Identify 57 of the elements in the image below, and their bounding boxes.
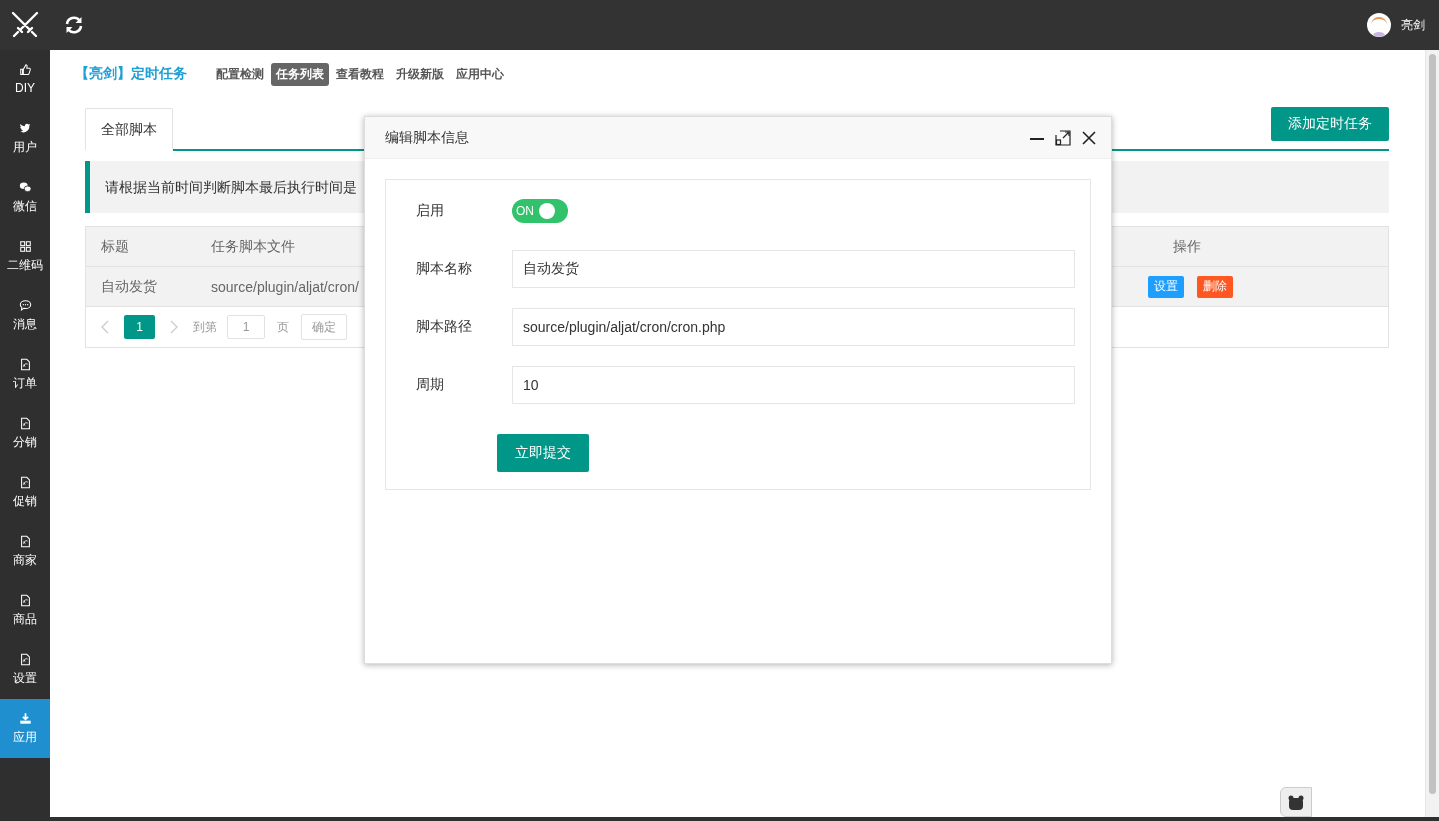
page-title: 【亮剑】定时任务 (75, 65, 187, 83)
sidebar-item[interactable]: 商品 (0, 581, 50, 640)
nav-link[interactable]: 任务列表 (271, 62, 329, 86)
maximize-icon[interactable] (1055, 129, 1071, 146)
menu-icon (18, 534, 32, 548)
tab[interactable]: 全部脚本 (85, 108, 173, 151)
menu-icon (18, 475, 32, 489)
column-header: 任务脚本文件 (210, 237, 296, 256)
menu-icon (18, 593, 32, 607)
column-header: 操作 (1172, 237, 1202, 256)
sidebar-item[interactable]: 商家 (0, 522, 50, 581)
bear-icon (1288, 794, 1304, 810)
nav-link[interactable]: 应用中心 (451, 62, 509, 86)
sidebar-item[interactable]: 应用 (0, 699, 50, 758)
menu-icon (18, 416, 32, 430)
column-header: 标题 (100, 237, 130, 256)
page-unit: 页 (277, 318, 289, 336)
sidebar-item[interactable]: 促销 (0, 463, 50, 522)
menu-icon (18, 180, 32, 194)
crossed-swords-logo (10, 10, 40, 40)
sidebar-item[interactable]: 订单 (0, 345, 50, 404)
nav-link[interactable]: 升级新版 (391, 62, 449, 86)
goto-label: 到第 (193, 318, 217, 336)
field-label: 周期 (416, 376, 445, 394)
input-field[interactable]: 自动发货 (512, 250, 1075, 288)
menu-icon (18, 357, 32, 371)
sidebar-item[interactable]: 消息 (0, 286, 50, 345)
submit-button[interactable]: 立即提交 (497, 434, 589, 472)
menu-icon (18, 298, 32, 312)
sidebar-item[interactable]: 分销 (0, 404, 50, 463)
sidebar-item[interactable]: 设置 (0, 640, 50, 699)
menu-icon (18, 121, 32, 135)
menu-icon (18, 64, 32, 77)
page-number[interactable]: 1 (124, 315, 155, 339)
scrollbar-thumb[interactable] (1429, 54, 1436, 794)
input-field[interactable]: 10 (512, 366, 1075, 404)
nav-link[interactable]: 查看教程 (331, 62, 389, 86)
input-field[interactable]: source/plugin/aljat/cron/cron.php (512, 308, 1075, 346)
nav-link[interactable]: 配置检测 (211, 62, 269, 86)
dialog-title: 编辑脚本信息 (385, 128, 469, 147)
table-cell-text: source/plugin/aljat/cron/ (210, 278, 360, 295)
close-icon[interactable] (1081, 129, 1097, 146)
field-label: 脚本路径 (416, 318, 473, 336)
user-name[interactable]: 亮剑 (1401, 16, 1425, 34)
sidebar-item[interactable]: 二维码 (0, 227, 50, 286)
refresh-icon[interactable] (64, 16, 84, 34)
sidebar-item[interactable]: 用户 (0, 109, 50, 168)
add-task-button[interactable]: 添加定时任务 (1271, 107, 1389, 141)
menu-icon (18, 652, 32, 666)
table-cell-text: 自动发货 (100, 277, 158, 296)
avatar[interactable] (1367, 13, 1391, 37)
sidebar-item[interactable]: 微信 (0, 168, 50, 227)
extension-button[interactable] (1280, 787, 1312, 817)
sidebar-item[interactable]: DIY (0, 50, 50, 109)
field-label: 脚本名称 (416, 260, 473, 278)
menu-icon (18, 239, 32, 253)
menu-icon (18, 711, 32, 725)
